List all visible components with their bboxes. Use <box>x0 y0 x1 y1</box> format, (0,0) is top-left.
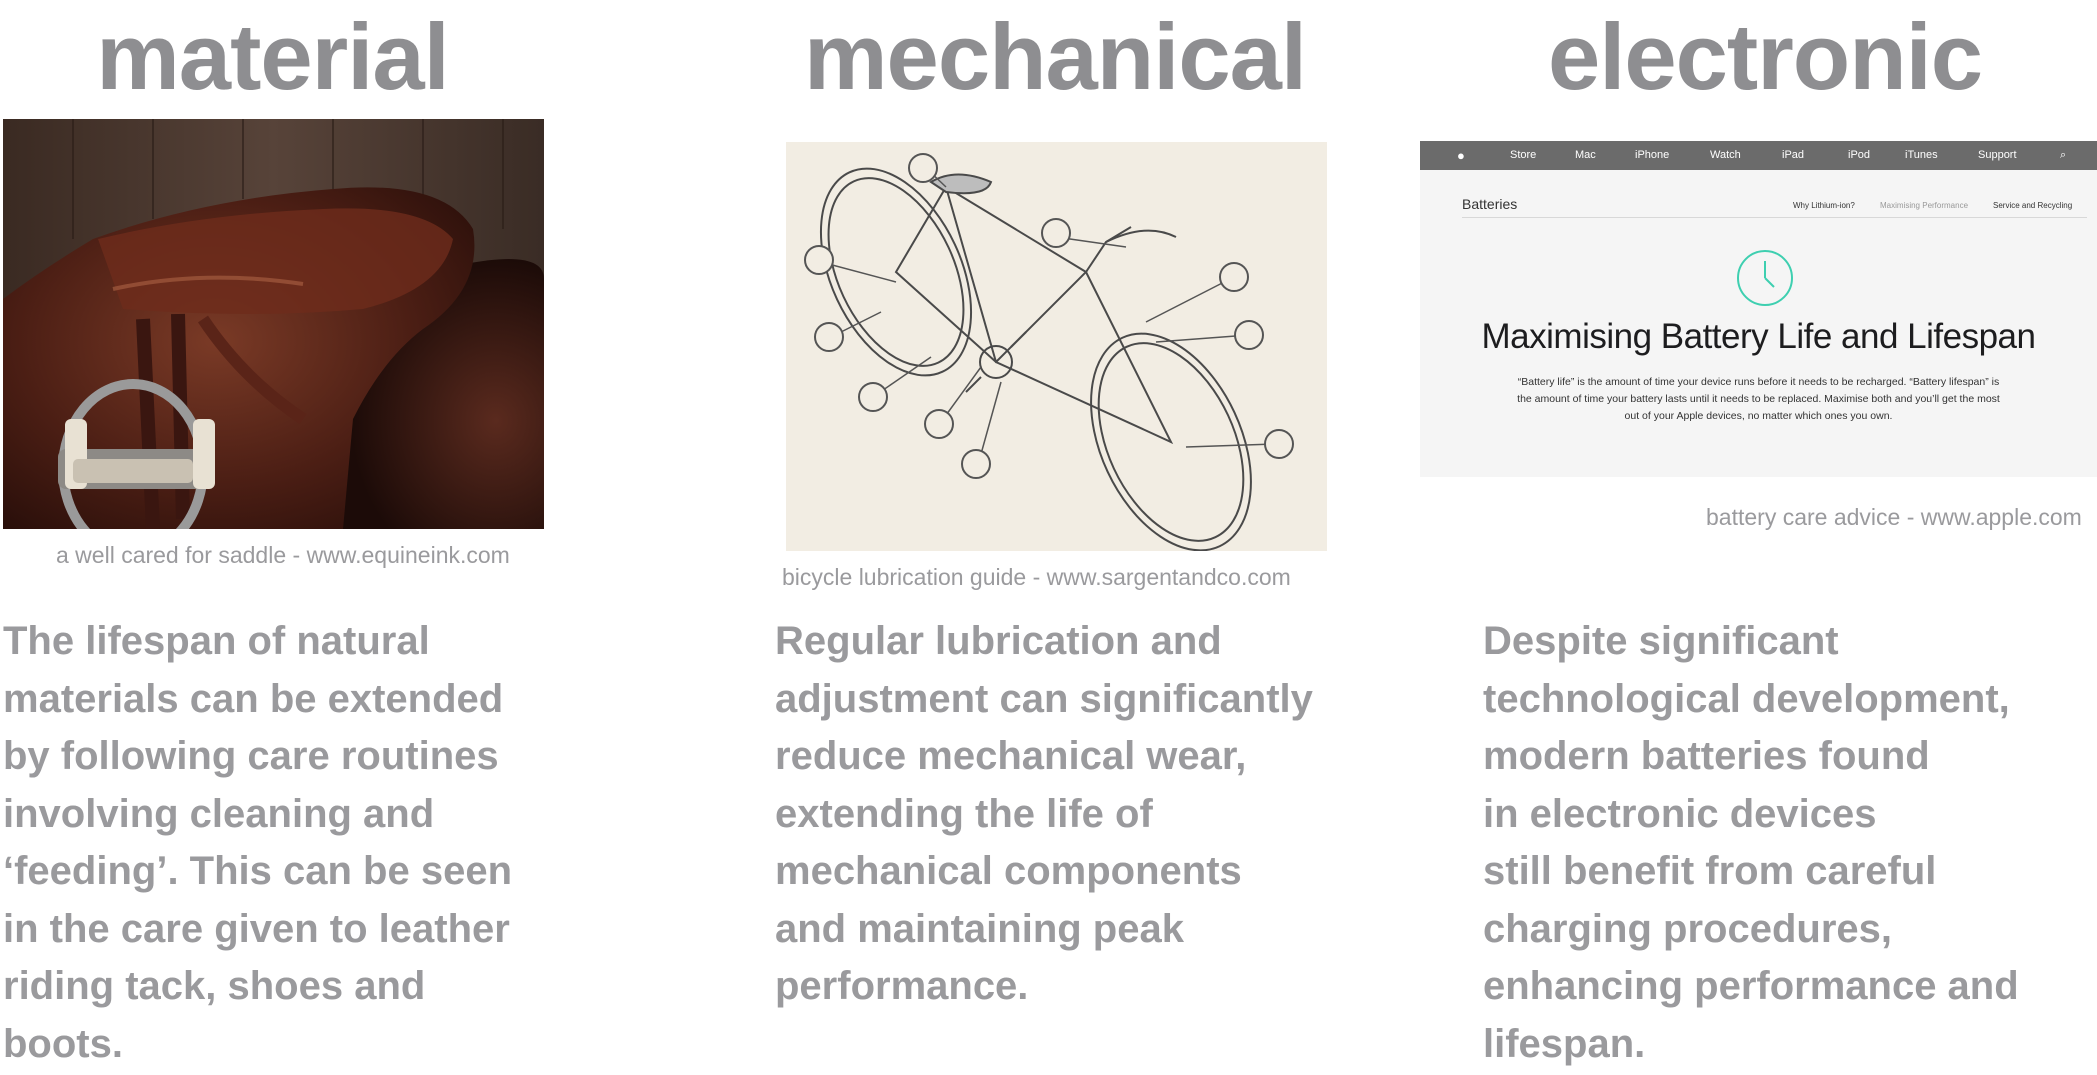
apple-nav-bar: ● Store Mac iPhone Watch iPad iPod iTune… <box>1420 141 2097 170</box>
body-electronic: Despite significant technological develo… <box>1483 619 2019 1066</box>
sublink-why-lithium: Why Lithium-ion? <box>1793 201 1855 210</box>
nav-iphone: iPhone <box>1635 149 1670 161</box>
nav-ipad: iPad <box>1782 149 1805 161</box>
saddle-photo <box>3 119 544 529</box>
nav-itunes: iTunes <box>1905 149 1938 161</box>
apple-logo-icon: ● <box>1457 148 1465 163</box>
apple-headline: Maximising Battery Life and Lifespan <box>1481 317 2036 356</box>
nav-mac: Mac <box>1575 149 1596 161</box>
nav-support: Support <box>1978 149 2017 161</box>
apple-sub-divider <box>1462 217 2087 218</box>
heading-mechanical: mechanical <box>803 4 1307 109</box>
apple-section-title: Batteries <box>1462 196 1518 212</box>
heading-material: material <box>96 4 450 109</box>
nav-store: Store <box>1510 149 1537 161</box>
heading-electronic: electronic <box>1547 4 1983 109</box>
bicycle-diagram <box>786 142 1327 551</box>
sublink-service-recycling: Service and Recycling <box>1993 201 2073 210</box>
sublink-maximising-performance: Maximising Performance <box>1880 201 1969 210</box>
apple-paragraph: “Battery life” is the amount of time you… <box>1517 376 2000 422</box>
search-icon: ⌕ <box>2060 149 2067 161</box>
caption-material: a well cared for saddle - www.equineink.… <box>56 542 510 568</box>
body-material: The lifespan of natural materials can be… <box>3 619 513 1066</box>
nav-watch: Watch <box>1710 149 1741 161</box>
caption-mechanical: bicycle lubrication guide - www.sargenta… <box>782 564 1291 590</box>
apple-battery-page: ● Store Mac iPhone Watch iPad iPod iTune… <box>1420 141 2097 477</box>
clock-icon <box>1737 250 1793 306</box>
nav-ipod: iPod <box>1848 149 1871 161</box>
caption-electronic: battery care advice - www.apple.com <box>1706 504 2082 530</box>
body-mechanical: Regular lubrication and adjustment can s… <box>775 619 1313 1008</box>
